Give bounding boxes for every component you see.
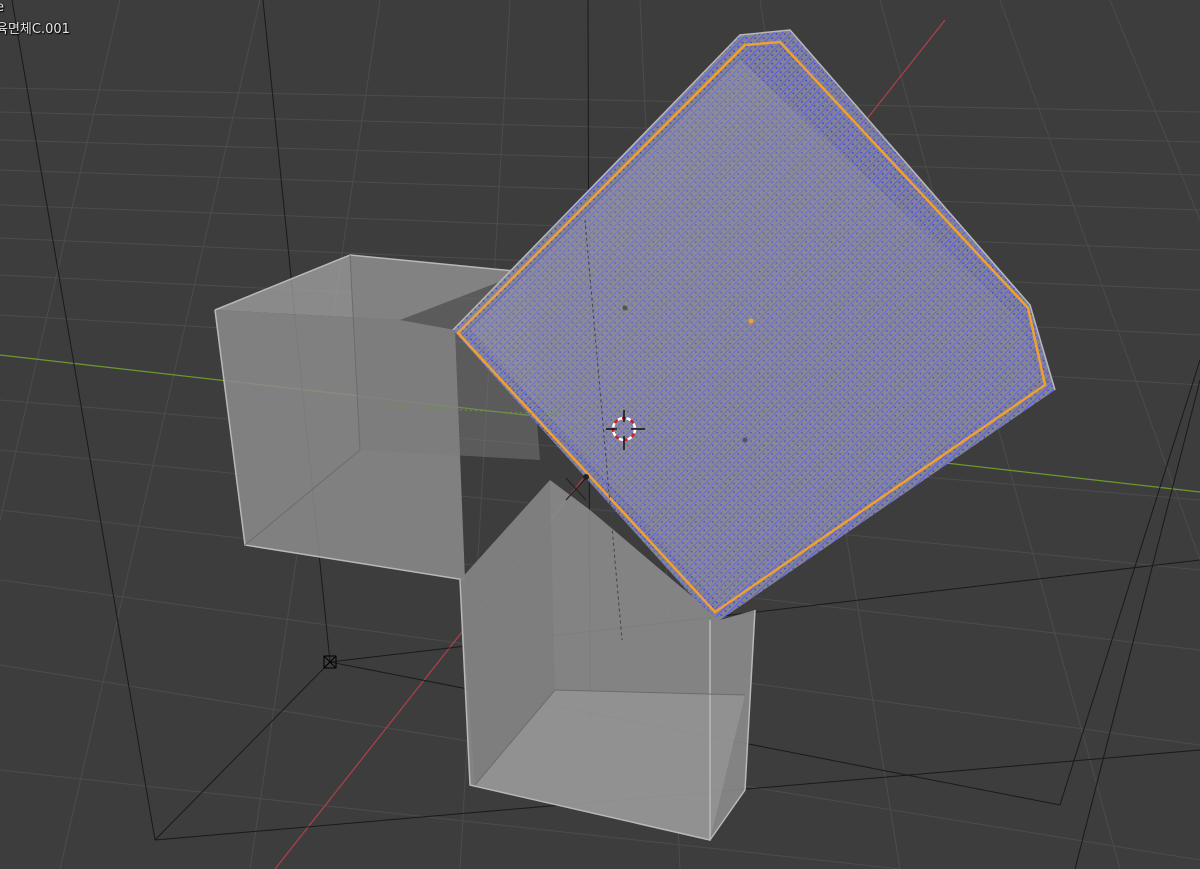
- view-mode-label: e: [0, 0, 4, 16]
- empty-marker[interactable]: [742, 437, 748, 443]
- object-origin-dot[interactable]: [748, 318, 754, 324]
- empty-marker[interactable]: [622, 305, 628, 311]
- vertex-dot[interactable]: [583, 474, 589, 480]
- active-object-name: 육면체C.001: [0, 22, 70, 37]
- viewport-scene[interactable]: [0, 0, 1200, 869]
- selected-cube[interactable]: [369, 29, 1056, 641]
- light-empty-icon[interactable]: [565, 477, 587, 501]
- 3d-viewport[interactable]: e 육면체C.001: [0, 0, 1200, 869]
